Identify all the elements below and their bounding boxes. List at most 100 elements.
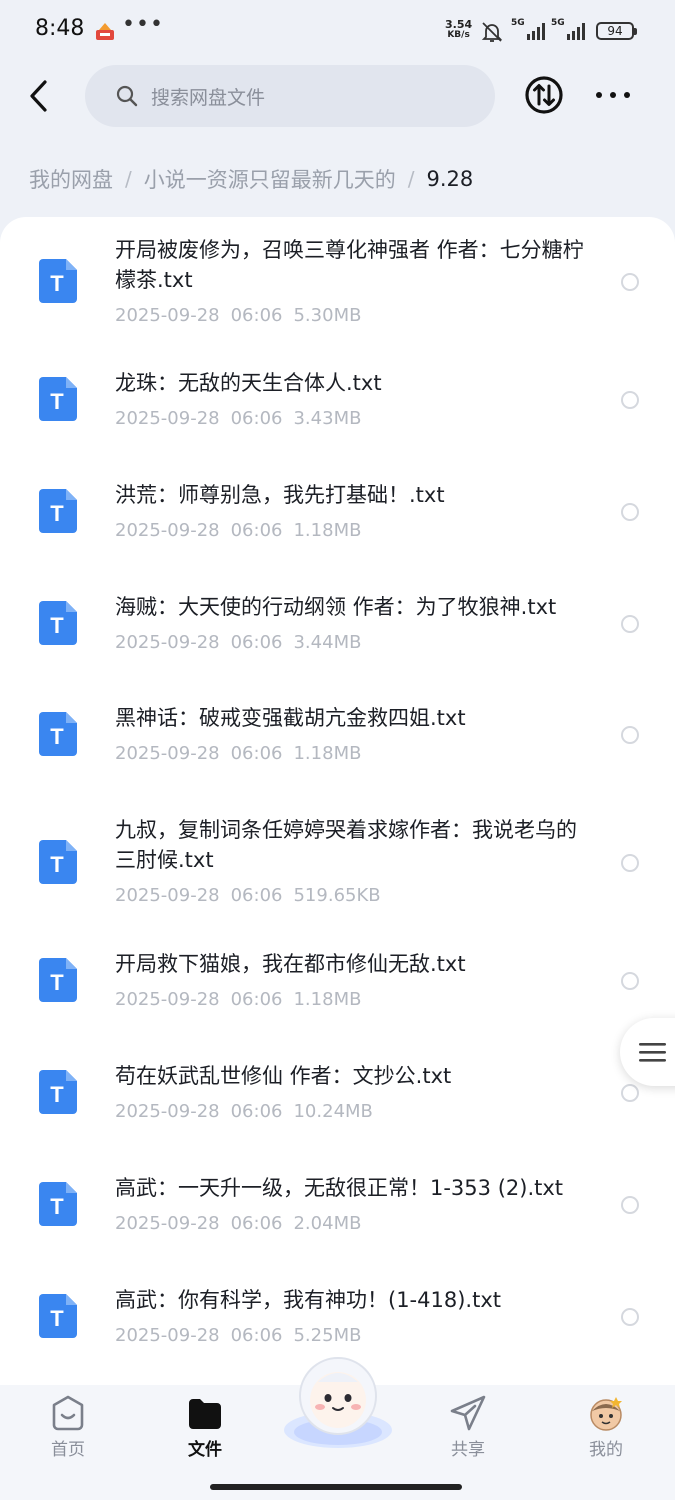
list-item[interactable]: T 苟在妖武乱世修仙 作者：文抄公.txt 2025-09-28 06:06 10.… [0,1043,675,1155]
select-checkbox[interactable] [621,503,639,521]
file-meta: 2025-09-28 06:06 5.25MB [115,1325,361,1346]
back-button[interactable] [20,74,56,118]
battery-icon: 94 [596,22,637,40]
nav-label-files: 文件 [188,1440,222,1460]
file-size: 2.04MB [293,1213,362,1234]
svg-text:T: T [50,613,64,638]
dot-icon [596,92,602,98]
file-name: 开局救下猫娘，我在都市修仙无敌.txt [115,952,466,976]
select-checkbox[interactable] [621,1308,639,1326]
file-time: 06:06 [230,1325,283,1346]
file-date: 2025-09-28 [115,989,220,1010]
net-speed-value: 3.54 [445,18,473,31]
file-date: 2025-09-28 [115,305,220,326]
list-item[interactable]: T 龙珠：无敌的天生合体人.txt 2025-09-28 06:06 3.43MB [0,342,675,454]
breadcrumb-item-root[interactable]: 我的网盘 [29,164,113,194]
file-meta: 2025-09-28 06:06 1.18MB [115,743,361,764]
list-item[interactable]: T 开局被废修为，召唤三尊化神强者 作者：七分糖柠檬茶.txt 2025-09-… [0,217,675,342]
nav-item-files[interactable]: 文件 [165,1393,245,1463]
file-time: 06:06 [230,743,283,764]
chevron-left-icon [30,80,47,112]
file-meta: 2025-09-28 06:06 10.24MB [115,1101,373,1122]
nav-label-share: 共享 [451,1440,485,1460]
more-options-button[interactable] [594,82,632,108]
file-date: 2025-09-28 [115,743,220,764]
file-size: 3.44MB [293,632,362,653]
file-meta: 2025-09-28 06:06 1.18MB [115,520,361,541]
file-meta: 2025-09-28 06:06 519.65KB [115,885,381,906]
nav-item-share[interactable]: 共享 [428,1393,508,1463]
mute-bell-icon [481,22,503,42]
search-input[interactable]: 搜索网盘文件 [85,65,495,127]
svg-text:T: T [50,1194,64,1219]
svg-text:T: T [50,1306,64,1331]
select-checkbox[interactable] [621,615,639,633]
list-item[interactable]: T 开局救下猫娘，我在都市修仙无敌.txt 2025-09-28 06:06 1.1… [0,931,675,1043]
file-date: 2025-09-28 [115,885,220,906]
file-date: 2025-09-28 [115,520,220,541]
list-item[interactable]: T 高武：一天升一级，无敌很正常！1-353 (2).txt 2025-09-2… [0,1155,675,1267]
file-size: 1.18MB [293,743,362,764]
file-time: 06:06 [230,520,283,541]
txt-file-icon: T [39,1294,77,1338]
file-time: 06:06 [230,305,283,326]
signal-1-label: 5G [511,18,525,28]
file-time: 06:06 [230,1101,283,1122]
signal-1-icon: 5G [511,18,551,42]
list-item[interactable]: T 洪荒：师尊别急，我先打基础！.txt 2025-09-28 06:06 1.18… [0,454,675,566]
net-speed: 3.54 KB/s [445,19,472,41]
nav-item-mine[interactable]: 我的 [566,1393,646,1463]
select-checkbox[interactable] [621,273,639,291]
file-meta: 2025-09-28 06:06 2.04MB [115,1213,361,1234]
file-time: 06:06 [230,632,283,653]
select-checkbox[interactable] [621,972,639,990]
file-size: 1.18MB [293,989,362,1010]
app-notification-icon [96,23,114,40]
file-size: 3.43MB [293,408,362,429]
net-speed-unit: KB/s [447,30,470,40]
list-item[interactable]: T 九叔，复制词条任婷婷哭着求嫁作者：我说老乌的三肘候.txt 2025-09-… [0,789,675,931]
list-item[interactable]: T 黑神话：破戒变强截胡亢金救四姐.txt 2025-09-28 06:06 1.1… [0,677,675,789]
select-checkbox[interactable] [621,1084,639,1102]
status-bar: 8:48 ••• 3.54 KB/s 5G 5G 94 [0,0,675,62]
nav-item-home[interactable]: 首页 [28,1393,108,1463]
txt-file-icon: T [39,712,77,756]
file-name: 海贼：大天使的行动纲领 作者：为了牧狼神.txt [115,595,557,619]
txt-file-icon: T [39,958,77,1002]
txt-file-icon: T [39,377,77,421]
breadcrumb-separator: / [407,167,415,191]
transfer-icon[interactable] [524,75,564,115]
signal-2-icon: 5G [551,18,591,42]
select-checkbox[interactable] [621,1196,639,1214]
home-icon [52,1395,84,1431]
file-name: 苟在妖武乱世修仙 作者：文抄公.txt [115,1064,452,1088]
nav-label-mine: 我的 [589,1440,623,1460]
file-name: 洪荒：师尊别急，我先打基础！.txt [115,483,445,507]
signal-2-label: 5G [551,18,565,28]
svg-text:T: T [50,389,64,414]
select-checkbox[interactable] [621,854,639,872]
txt-file-icon: T [39,259,77,303]
search-placeholder: 搜索网盘文件 [151,86,266,109]
file-size: 1.18MB [293,520,362,541]
folder-icon [189,1399,221,1429]
list-item[interactable]: T 海贼：大天使的行动纲领 作者：为了牧狼神.txt 2025-09-28 06:… [0,566,675,677]
txt-file-icon: T [39,1182,77,1226]
file-meta: 2025-09-28 06:06 1.18MB [115,989,361,1010]
file-meta: 2025-09-28 06:06 3.44MB [115,632,361,653]
file-name: 龙珠：无敌的天生合体人.txt [115,371,382,395]
select-checkbox[interactable] [621,391,639,409]
nav-label-home: 首页 [51,1440,85,1460]
select-checkbox[interactable] [621,726,639,744]
status-more-icon: ••• [122,12,164,37]
txt-file-icon: T [39,489,77,533]
breadcrumb-item-folder[interactable]: 小说一资源只留最新几天的 [144,164,396,194]
file-name: 黑神话：破戒变强截胡亢金救四姐.txt [115,706,466,730]
avatar-icon [590,1397,622,1431]
svg-text:T: T [50,852,64,877]
file-date: 2025-09-28 [115,632,220,653]
txt-file-icon: T [39,1070,77,1114]
file-name: 开局被废修为，召唤三尊化神强者 作者：七分糖柠檬茶.txt [115,238,584,292]
mascot-assistant-icon[interactable] [278,1352,398,1452]
file-meta: 2025-09-28 06:06 3.43MB [115,408,361,429]
